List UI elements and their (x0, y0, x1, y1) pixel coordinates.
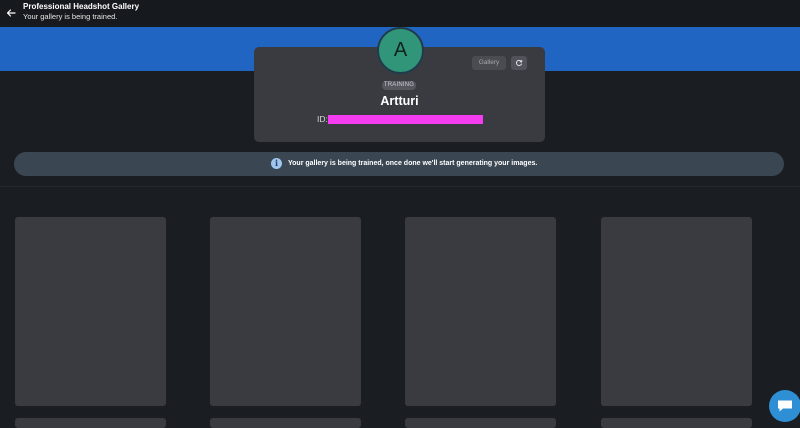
avatar: A (377, 27, 424, 74)
id-label: ID: (317, 114, 328, 124)
page-subtitle: Your gallery is being trained. (23, 12, 118, 21)
top-bar: Professional Headshot Gallery Your galle… (0, 0, 800, 27)
profile-name: Artturi (380, 94, 419, 108)
image-placeholder (210, 217, 361, 406)
image-placeholder (210, 418, 361, 428)
image-placeholder (405, 217, 556, 406)
status-badge: TRAINING (382, 81, 416, 90)
info-notice-text: Your gallery is being trained, once done… (288, 160, 538, 167)
page-title: Professional Headshot Gallery (23, 2, 140, 11)
id-value-redacted (328, 115, 483, 124)
image-placeholder (405, 418, 556, 428)
refresh-button[interactable] (511, 56, 527, 70)
image-placeholder (601, 217, 752, 406)
gallery-button[interactable]: Gallery (472, 56, 506, 70)
image-placeholder (15, 418, 166, 428)
divider (0, 186, 800, 187)
refresh-icon (515, 59, 523, 67)
info-icon: i (271, 158, 282, 169)
chat-icon (778, 400, 792, 412)
back-arrow-icon[interactable] (5, 6, 17, 18)
chat-button[interactable] (769, 390, 800, 422)
image-placeholder (15, 217, 166, 406)
image-placeholder (601, 418, 752, 428)
